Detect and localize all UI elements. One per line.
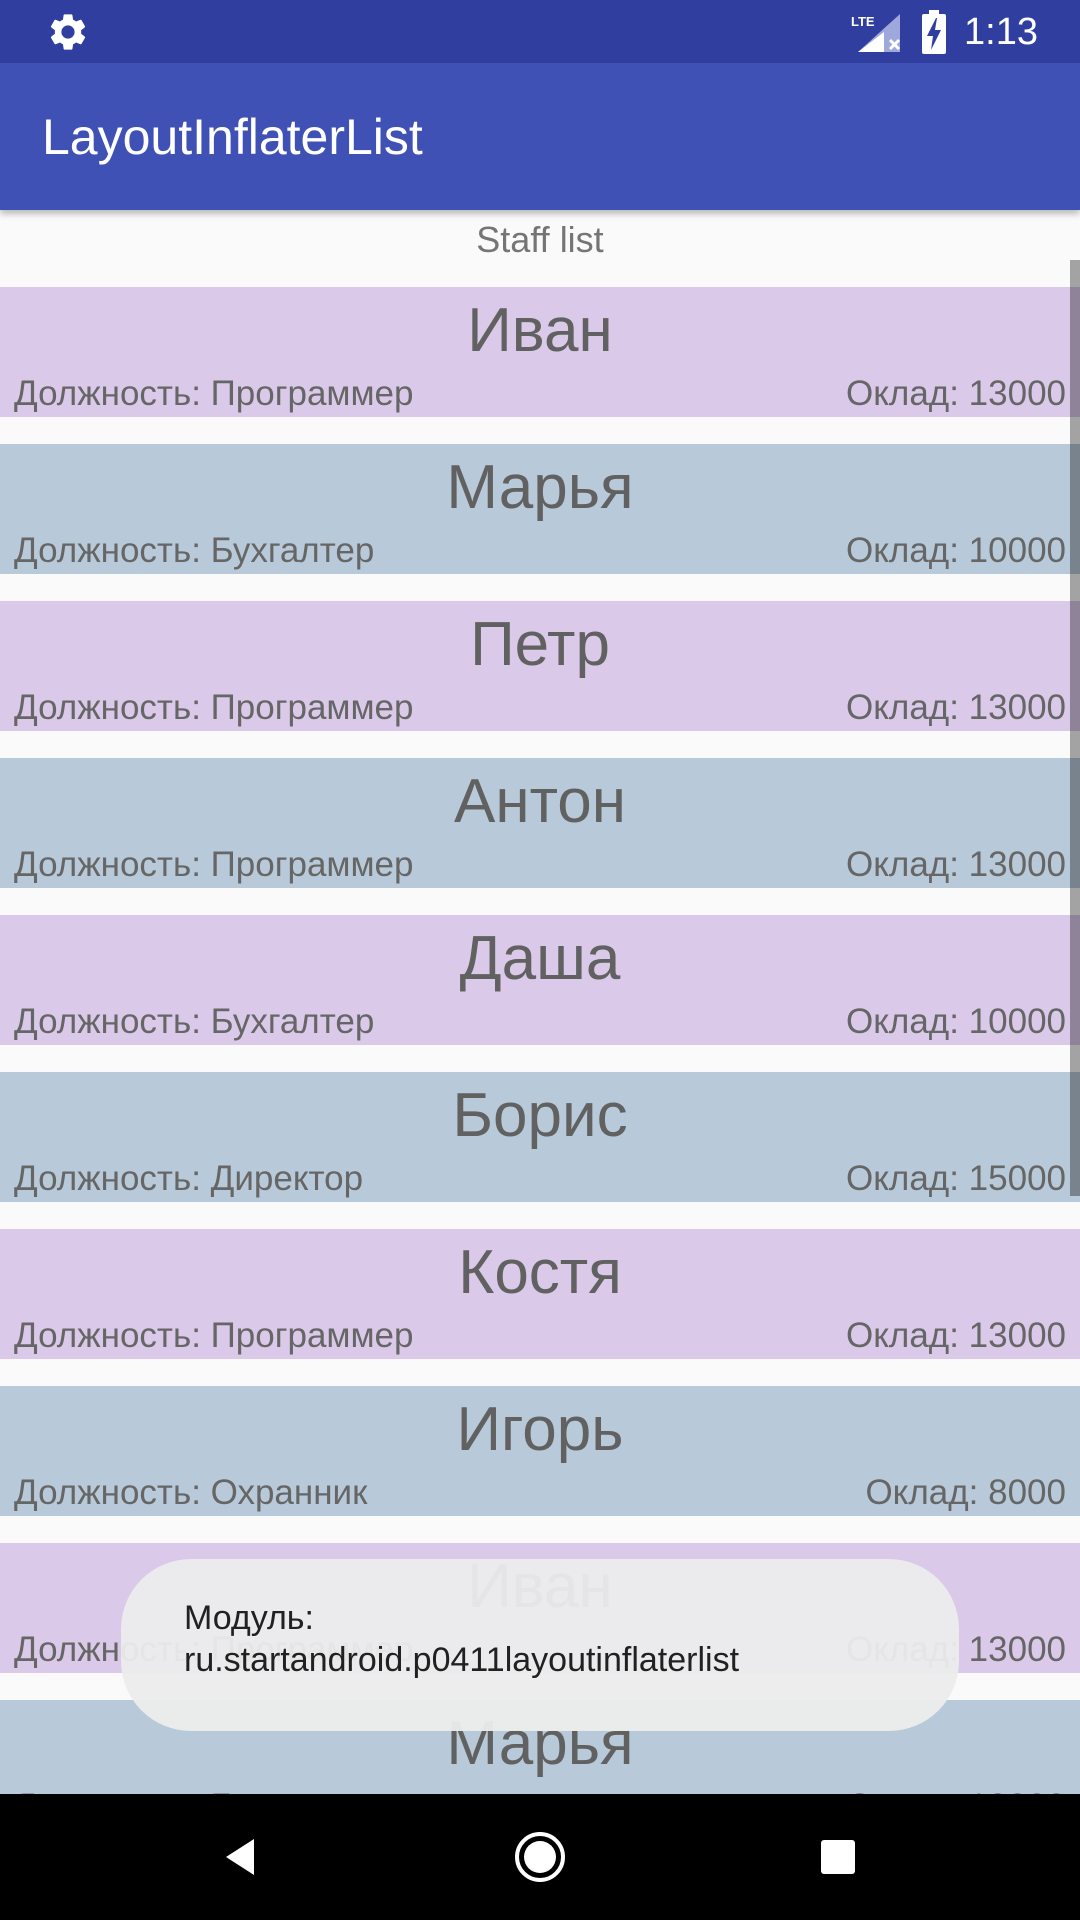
staff-position: Должность: Бухгалтер xyxy=(14,531,375,570)
settings-gear-icon xyxy=(50,14,86,50)
staff-name: Костя xyxy=(458,1238,622,1307)
navigation-bar xyxy=(0,1794,1080,1920)
staff-row[interactable]: Борис Должность: Директор Оклад: 15000 xyxy=(0,1072,1080,1202)
staff-name: Марья xyxy=(446,453,634,522)
staff-salary: Оклад: 13000 xyxy=(845,845,1066,884)
toast-message: Модуль: ru.startandroid.p0411layoutinfla… xyxy=(121,1559,959,1731)
recents-icon[interactable] xyxy=(810,1829,866,1885)
staff-name: Антон xyxy=(453,767,626,836)
lte-label: LTE xyxy=(851,14,875,29)
staff-name: Борис xyxy=(452,1081,628,1150)
staff-position: Должность: Директор xyxy=(14,1159,364,1198)
staff-position: Должность: Бухгалтер xyxy=(14,1786,374,1794)
toast-text: Модуль: ru.startandroid.p0411layoutinfla… xyxy=(184,1599,740,1679)
staff-salary: Оклад: 13000 xyxy=(845,1316,1066,1355)
staff-row[interactable]: Петр Должность: Программер Оклад: 13000 xyxy=(0,601,1080,731)
staff-position: Должность: Программер xyxy=(14,845,414,884)
status-clock: 1:13 xyxy=(964,11,1038,53)
staff-salary: Оклад: 15000 xyxy=(845,1159,1066,1198)
staff-salary: Оклад: 13000 xyxy=(845,374,1066,413)
home-icon[interactable] xyxy=(512,1829,568,1885)
battery-charging-icon xyxy=(922,10,946,54)
staff-position: Должность: Программер xyxy=(14,688,414,727)
content-area[interactable]: Staff list Иван Должность: Программер Окла… xyxy=(0,210,1080,1794)
app-screen: LTE 1:13 LayoutInflaterList Staff list И… xyxy=(0,0,1080,1920)
staff-row[interactable]: Марья Должность: Бухгалтер Оклад: 10000 xyxy=(0,444,1080,574)
app-bar: LayoutInflaterList xyxy=(0,63,1080,210)
staff-salary: Оклад: 10000 xyxy=(845,531,1066,570)
staff-salary: Оклад: 10000 xyxy=(846,1786,1066,1794)
staff-list-title: Staff list xyxy=(476,219,604,260)
staff-row[interactable]: Костя Должность: Программер Оклад: 13000 xyxy=(0,1229,1080,1359)
back-icon[interactable] xyxy=(214,1829,270,1885)
staff-name: Даша xyxy=(459,924,621,993)
staff-row[interactable]: Антон Должность: Программер Оклад: 13000 xyxy=(0,758,1080,888)
staff-position: Должность: Охранник xyxy=(14,1473,368,1512)
staff-row[interactable]: Иван Должность: Программер Оклад: 13000 xyxy=(0,287,1080,417)
staff-salary: Оклад: 13000 xyxy=(845,688,1066,727)
staff-position: Должность: Программер xyxy=(14,1316,414,1355)
staff-name: Иван xyxy=(467,296,613,365)
staff-salary: Оклад: 10000 xyxy=(845,1002,1066,1041)
staff-position: Должность: Программер xyxy=(14,374,414,413)
staff-row[interactable]: Игорь Должность: Охранник Оклад: 8000 xyxy=(0,1386,1080,1516)
staff-name: Игорь xyxy=(456,1395,624,1464)
staff-row[interactable]: Даша Должность: Бухгалтер Оклад: 10000 xyxy=(0,915,1080,1045)
app-title: LayoutInflaterList xyxy=(42,109,423,165)
staff-salary: Оклад: 8000 xyxy=(865,1473,1066,1512)
staff-name: Петр xyxy=(470,610,610,679)
scrollbar[interactable] xyxy=(1070,260,1080,1196)
staff-position: Должность: Бухгалтер xyxy=(14,1002,375,1041)
lte-signal-icon: LTE xyxy=(851,14,901,52)
status-bar: LTE 1:13 xyxy=(0,0,1080,63)
